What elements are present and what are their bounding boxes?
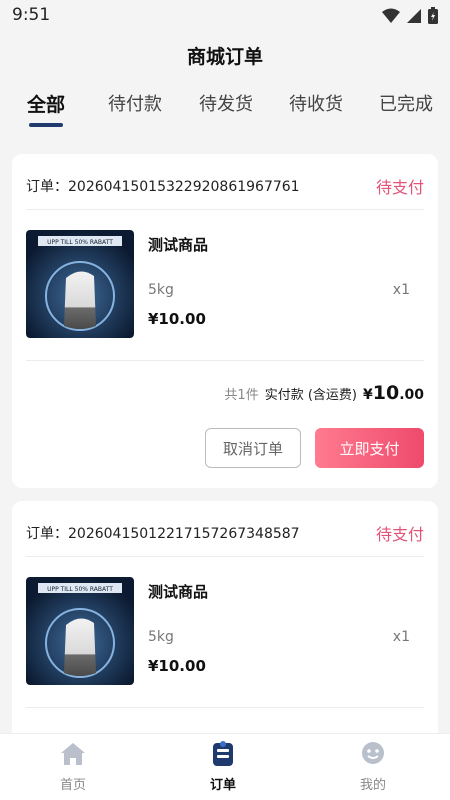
product-image-banner: UPP TILL 50% RABATT <box>47 239 113 246</box>
tab-pending-shipment[interactable]: 待发货 <box>199 90 253 116</box>
tab-completed[interactable]: 已完成 <box>379 90 433 116</box>
order-summary: 共1件 实付款 (含运费) ¥10.00 <box>224 382 424 404</box>
order-status: 待支付 <box>375 525 424 544</box>
status-time: 9:51 <box>12 5 51 25</box>
amount-decimal: .00 <box>399 387 424 403</box>
order-number: 订单：2026041501532292086196776​1 <box>26 176 300 196</box>
tabbar-label: 订单 <box>209 778 236 793</box>
order-number-value: 2026041501532292086196776​1 <box>68 179 300 195</box>
paid-amount-label: 实付款 (含运费) <box>264 388 357 403</box>
divider <box>26 209 424 210</box>
item-count: 共1件 <box>224 388 259 403</box>
tab-pending-payment[interactable]: 待付款 <box>108 90 162 116</box>
order-number-label: 订单： <box>26 179 68 195</box>
product-price: ¥10.00 <box>148 310 206 328</box>
product-name: 测试商品 <box>148 236 209 254</box>
product-quantity: x1 <box>392 282 410 298</box>
product-name: 测试商品 <box>148 583 209 601</box>
status-bar: 9:51 <box>0 0 450 32</box>
tabbar-item-profile[interactable]: 我的 <box>328 734 418 800</box>
signal-icon <box>407 8 421 23</box>
product-image-banner: UPP TILL 50% RABATT <box>47 586 113 593</box>
paid-amount: ¥10.00 <box>363 382 424 404</box>
bottom-tab-bar: 首页 订单 我的 <box>0 733 450 800</box>
cancel-order-button[interactable]: 取消订单 <box>205 428 301 468</box>
currency-symbol: ¥ <box>362 387 373 403</box>
tabbar-label: 我的 <box>359 778 386 793</box>
page-title: 商城订单 <box>186 46 263 68</box>
divider <box>26 556 424 557</box>
order-number-label: 订单： <box>26 526 68 542</box>
tabbar-label: 首页 <box>59 778 86 793</box>
order-card[interactable]: 订单：2026041501532292086196776​1 待支付 UPP T… <box>12 154 438 488</box>
order-number: 订单：2026041501221715726734858​7 <box>26 523 300 543</box>
battery-icon <box>428 7 438 24</box>
divider <box>26 360 424 361</box>
order-number-value: 2026041501221715726734858​7 <box>68 526 300 542</box>
tabbar-item-orders[interactable]: 订单 <box>178 734 268 800</box>
order-card[interactable]: 订单：2026041501221715726734858​7 待支付 UPP T… <box>12 501 438 761</box>
product-spec: 5kg <box>148 282 174 298</box>
active-tab-indicator <box>29 123 63 127</box>
tabbar-item-home[interactable]: 首页 <box>28 734 118 800</box>
product-quantity: x1 <box>392 629 410 645</box>
product-spec: 5kg <box>148 629 174 645</box>
profile-icon <box>362 742 384 764</box>
product-price: ¥10.00 <box>148 657 206 675</box>
pay-now-button[interactable]: 立即支付 <box>315 428 424 468</box>
tab-all[interactable]: 全部 <box>27 90 65 117</box>
order-icon <box>213 741 233 766</box>
amount-integer: 10 <box>372 382 400 404</box>
status-icons <box>382 7 438 24</box>
order-tabs: 全部 待付款 待发货 待收货 已完成 <box>0 90 450 130</box>
wifi-icon <box>382 8 400 23</box>
product-image[interactable]: UPP TILL 50% RABATT <box>26 577 134 685</box>
tab-pending-receipt[interactable]: 待收货 <box>289 90 343 116</box>
product-image[interactable]: UPP TILL 50% RABATT <box>26 230 134 338</box>
order-status: 待支付 <box>375 178 424 197</box>
home-icon <box>61 743 85 765</box>
divider <box>26 707 424 708</box>
